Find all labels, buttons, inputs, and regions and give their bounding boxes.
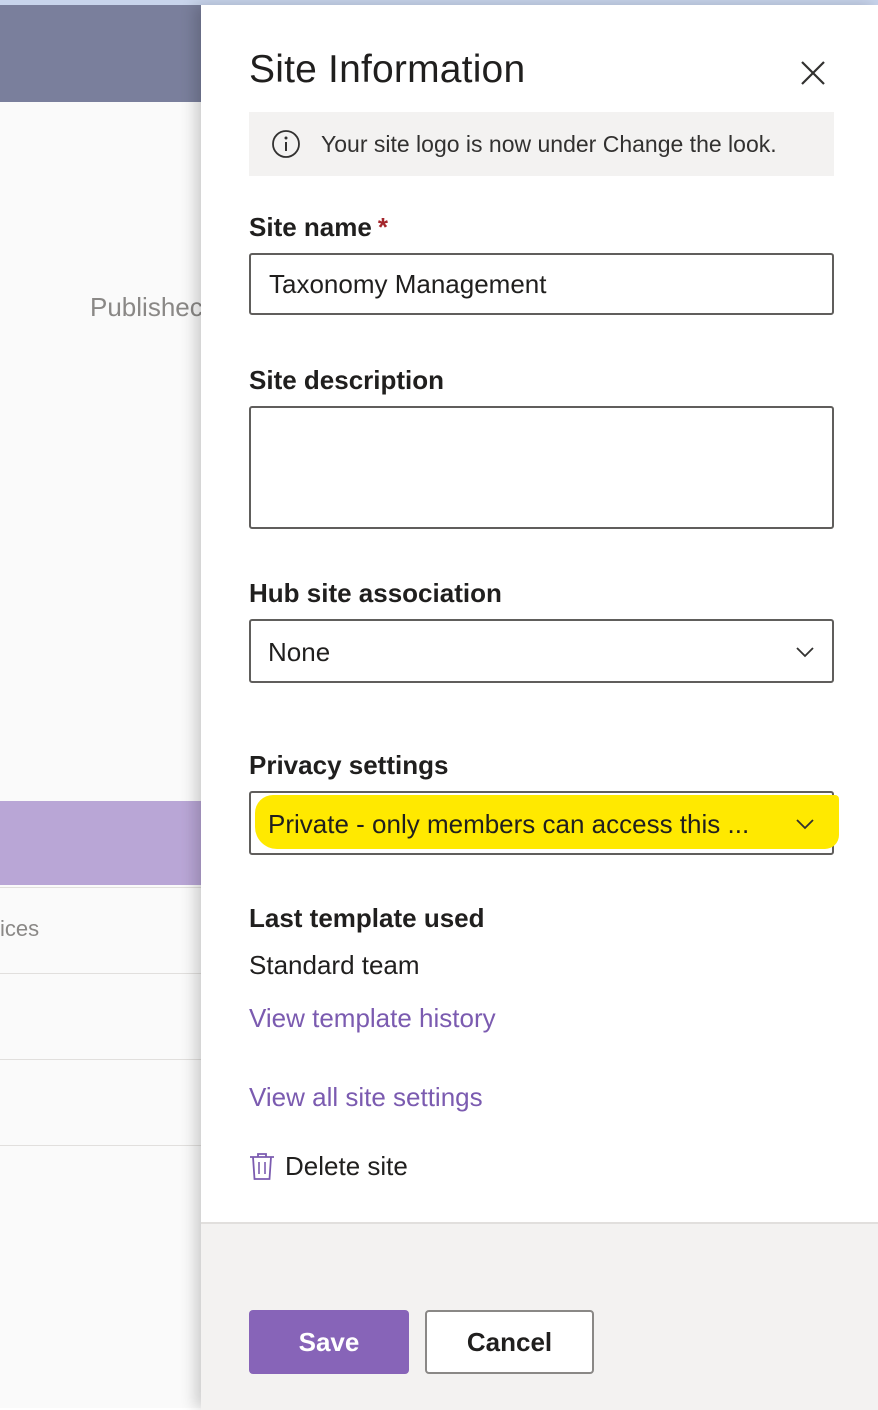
delete-site-label: Delete site (285, 1151, 408, 1181)
background-page: Publishec ices (0, 0, 210, 1408)
panel-title: Site Information (249, 48, 526, 91)
site-description-input[interactable] (249, 406, 834, 529)
site-information-panel: Site Information Your site logo is now u… (201, 5, 878, 1410)
privacy-settings-label: Privacy settings (249, 750, 449, 780)
background-divider (0, 887, 210, 888)
close-button[interactable] (797, 57, 829, 89)
background-section-band (0, 801, 210, 885)
info-message-text: Your site logo is now under Change the l… (321, 131, 777, 157)
site-description-label: Site description (249, 365, 445, 395)
background-divider (0, 1145, 210, 1146)
view-template-history-link[interactable]: View template history (249, 1003, 496, 1034)
site-name-input[interactable] (249, 253, 834, 315)
background-site-header (0, 5, 210, 102)
hub-site-selected-value: None (268, 637, 331, 667)
background-divider (0, 973, 210, 974)
hub-site-association-dropdown[interactable]: None (249, 619, 834, 683)
view-all-site-settings-link[interactable]: View all site settings (249, 1082, 483, 1113)
site-name-label-text: Site name (249, 212, 372, 242)
trash-icon (250, 1153, 274, 1180)
chevron-down-icon (796, 819, 814, 830)
background-divider (0, 1059, 210, 1060)
close-icon (801, 61, 825, 85)
panel-footer: Save Cancel (201, 1222, 878, 1410)
last-template-value: Standard team (249, 950, 420, 980)
background-row-text: ices (0, 916, 40, 941)
info-message-bar: Your site logo is now under Change the l… (249, 112, 834, 176)
privacy-settings-dropdown[interactable]: Private - only members can access this .… (249, 791, 839, 855)
info-icon (272, 130, 300, 158)
cancel-button[interactable]: Cancel (425, 1310, 594, 1374)
site-name-label: Site name * (249, 212, 388, 243)
last-template-label: Last template used (249, 903, 485, 933)
background-published-text: Publishec (90, 292, 203, 322)
save-button[interactable]: Save (249, 1310, 409, 1374)
privacy-selected-value: Private - only members can access this .… (268, 809, 750, 839)
hub-site-association-label: Hub site association (249, 578, 502, 608)
chevron-down-icon (796, 647, 814, 658)
required-marker: * (377, 212, 388, 242)
